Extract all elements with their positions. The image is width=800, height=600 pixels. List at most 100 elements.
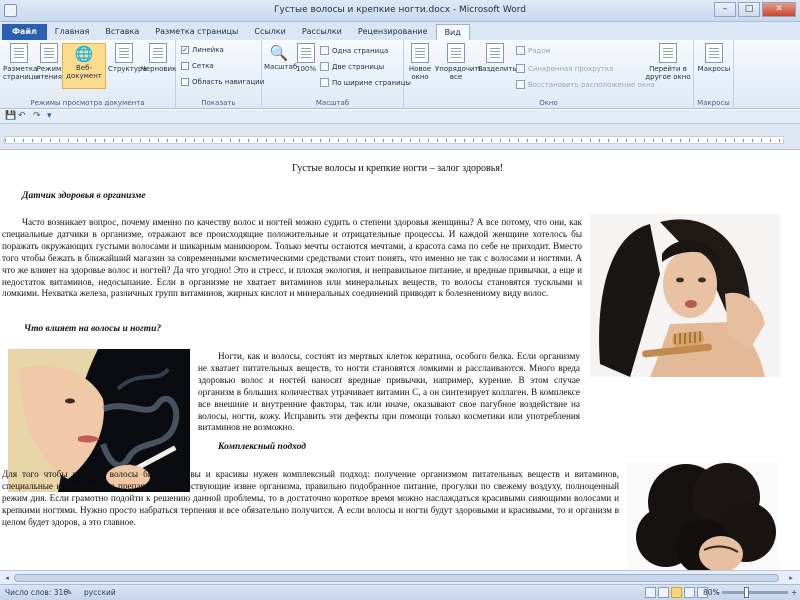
heading-complex-approach: Комплексный подход — [218, 442, 307, 452]
tab-home[interactable]: Главная — [47, 24, 98, 40]
arrange-all-icon — [447, 43, 465, 63]
tab-review[interactable]: Рецензирование — [350, 24, 436, 40]
page-width-button[interactable]: По ширине страницы — [320, 78, 411, 87]
reading-mode-button[interactable]: Режим чтения — [36, 43, 62, 81]
window-title: Густые волосы и крепкие ногти.docx - Mic… — [274, 5, 526, 15]
web-layout-button[interactable]: 🌐 Веб-документ — [62, 43, 106, 89]
side-by-side-button[interactable]: Рядом — [516, 46, 551, 55]
status-print-layout-icon[interactable] — [645, 587, 656, 598]
language-indicator[interactable]: русский — [84, 588, 116, 597]
macros-label: Макросы — [697, 65, 731, 73]
quick-access-bar: 💾 ↶ ↷ ▾ — [0, 110, 800, 124]
status-web-layout-icon[interactable] — [671, 587, 682, 598]
group-document-views: Разметка страницы Режим чтения 🌐 Веб-док… — [0, 40, 176, 109]
navigation-pane-checkbox[interactable]: Область навигации — [181, 78, 264, 86]
status-outline-icon[interactable] — [684, 587, 695, 598]
tab-view[interactable]: Вид — [435, 24, 470, 40]
heading-health-sensor: Датчик здоровья в организме — [22, 191, 146, 201]
group-zoom: 🔍 Масштаб 100% Одна страница Две страниц… — [262, 40, 411, 109]
reset-window-position-button[interactable]: Восстановить расположение окна — [516, 80, 655, 89]
one-page-button[interactable]: Одна страница — [320, 46, 388, 55]
gridlines-checkbox[interactable]: Сетка — [181, 62, 214, 70]
zoom-out-icon[interactable]: – — [716, 588, 720, 597]
draft-button[interactable]: Черновик — [141, 43, 177, 73]
new-window-icon — [411, 43, 429, 63]
zoom-in-icon[interactable]: + — [791, 588, 797, 597]
zoom-100-button[interactable]: 100% — [295, 43, 317, 73]
scroll-left-icon[interactable]: ◂ — [2, 573, 12, 583]
proofing-icon[interactable]: ✎ — [66, 588, 72, 597]
group-label-zoom: Масштаб — [315, 99, 350, 107]
zoom-slider[interactable] — [722, 587, 788, 598]
zoom-100-label: 100% — [295, 65, 316, 73]
split-button[interactable]: Разделить — [478, 43, 517, 73]
document-title: Густые волосы и крепкие ногти – залог зд… — [292, 163, 504, 174]
document-area[interactable]: Густые волосы и крепкие ногти – залог зд… — [0, 150, 800, 570]
magnifier-icon: 🔍 — [269, 44, 289, 62]
group-label-views: Режимы просмотра документа — [30, 99, 145, 107]
globe-icon: 🌐 — [74, 45, 94, 63]
save-icon[interactable]: 💾 — [5, 111, 16, 121]
sync-scroll-icon — [516, 64, 525, 73]
print-layout-icon — [10, 43, 28, 63]
split-icon — [486, 43, 504, 63]
undo-icon[interactable]: ↶ — [18, 111, 26, 121]
status-reading-mode-icon[interactable] — [658, 587, 669, 598]
reading-mode-label: Режим чтения — [36, 65, 62, 81]
one-page-icon — [320, 46, 329, 55]
group-macros: Макросы Макросы — [694, 40, 734, 109]
ruler-ticks — [4, 136, 784, 144]
print-layout-button[interactable]: Разметка страницы — [3, 43, 39, 81]
ribbon-tabs: Файл Главная Вставка Разметка страницы С… — [0, 22, 800, 40]
title-bar: Густые волосы и крепкие ногти.docx - Mic… — [0, 0, 800, 22]
gridlines-check-icon — [181, 62, 189, 70]
reset-window-position-label: Восстановить расположение окна — [528, 80, 655, 89]
switch-windows-button[interactable]: Перейти в другое окно — [644, 43, 692, 81]
new-window-label: Новое окно — [408, 65, 432, 81]
word-count[interactable]: Число слов: 316 — [5, 588, 68, 597]
zoom-slider-handle[interactable] — [744, 587, 749, 598]
two-pages-button[interactable]: Две страницы — [320, 62, 384, 71]
switch-windows-label: Перейти в другое окно — [645, 65, 691, 81]
ruler-checkbox[interactable]: ✓ Линейка — [181, 46, 224, 54]
paragraph-2: Ногти, как и волосы, состоят из мертвых … — [198, 351, 580, 433]
ruler-label: Линейка — [192, 46, 224, 54]
paragraph-3: Для того чтобы ногти и волосы были здоро… — [2, 469, 619, 527]
tab-file[interactable]: Файл — [2, 24, 47, 40]
customize-qat-icon[interactable]: ▾ — [47, 111, 52, 121]
horizontal-ruler[interactable] — [0, 124, 800, 150]
split-label: Разделить — [478, 65, 517, 73]
gridlines-label: Сетка — [192, 62, 214, 70]
horizontal-scrollbar[interactable]: ◂ ▸ — [0, 570, 800, 584]
tab-page-layout[interactable]: Разметка страницы — [147, 24, 246, 40]
outline-icon — [115, 43, 133, 63]
zoom-button[interactable]: 🔍 Масштаб — [264, 43, 297, 71]
side-by-side-icon — [516, 46, 525, 55]
close-button[interactable]: ✕ — [762, 2, 796, 17]
scroll-right-icon[interactable]: ▸ — [786, 573, 796, 583]
sync-scroll-button[interactable]: Синхронная прокрутка — [516, 64, 613, 73]
macros-button[interactable]: Макросы — [697, 43, 731, 73]
woman-with-hairbrush-image[interactable] — [590, 214, 780, 377]
macros-icon — [705, 43, 723, 63]
maximize-button[interactable]: □ — [738, 2, 760, 17]
status-bar: Число слов: 316 ✎ русский 80% – + — [0, 584, 800, 600]
scrollbar-thumb[interactable] — [14, 574, 779, 582]
tab-references[interactable]: Ссылки — [246, 24, 293, 40]
outline-button[interactable]: Структура — [108, 43, 147, 73]
draft-label: Черновик — [141, 65, 177, 73]
new-window-button[interactable]: Новое окно — [406, 43, 434, 81]
page-width-icon — [320, 78, 329, 87]
minimize-button[interactable]: – — [714, 2, 736, 17]
ribbon: Разметка страницы Режим чтения 🌐 Веб-док… — [0, 40, 800, 109]
print-layout-label: Разметка страницы — [3, 65, 40, 81]
ruler-check-icon: ✓ — [181, 46, 189, 54]
group-show: ✓ Линейка Сетка Область навигации Показа… — [176, 40, 264, 109]
curly-hair-woman-image[interactable] — [626, 462, 778, 570]
arrange-all-label: Упорядочить все — [435, 65, 483, 81]
redo-icon[interactable]: ↷ — [33, 111, 41, 121]
tab-mailings[interactable]: Рассылки — [294, 24, 350, 40]
tab-insert[interactable]: Вставка — [97, 24, 147, 40]
paragraph-1: Часто возникает вопрос, почему именно по… — [2, 217, 582, 299]
arrange-all-button[interactable]: Упорядочить все — [435, 43, 483, 81]
